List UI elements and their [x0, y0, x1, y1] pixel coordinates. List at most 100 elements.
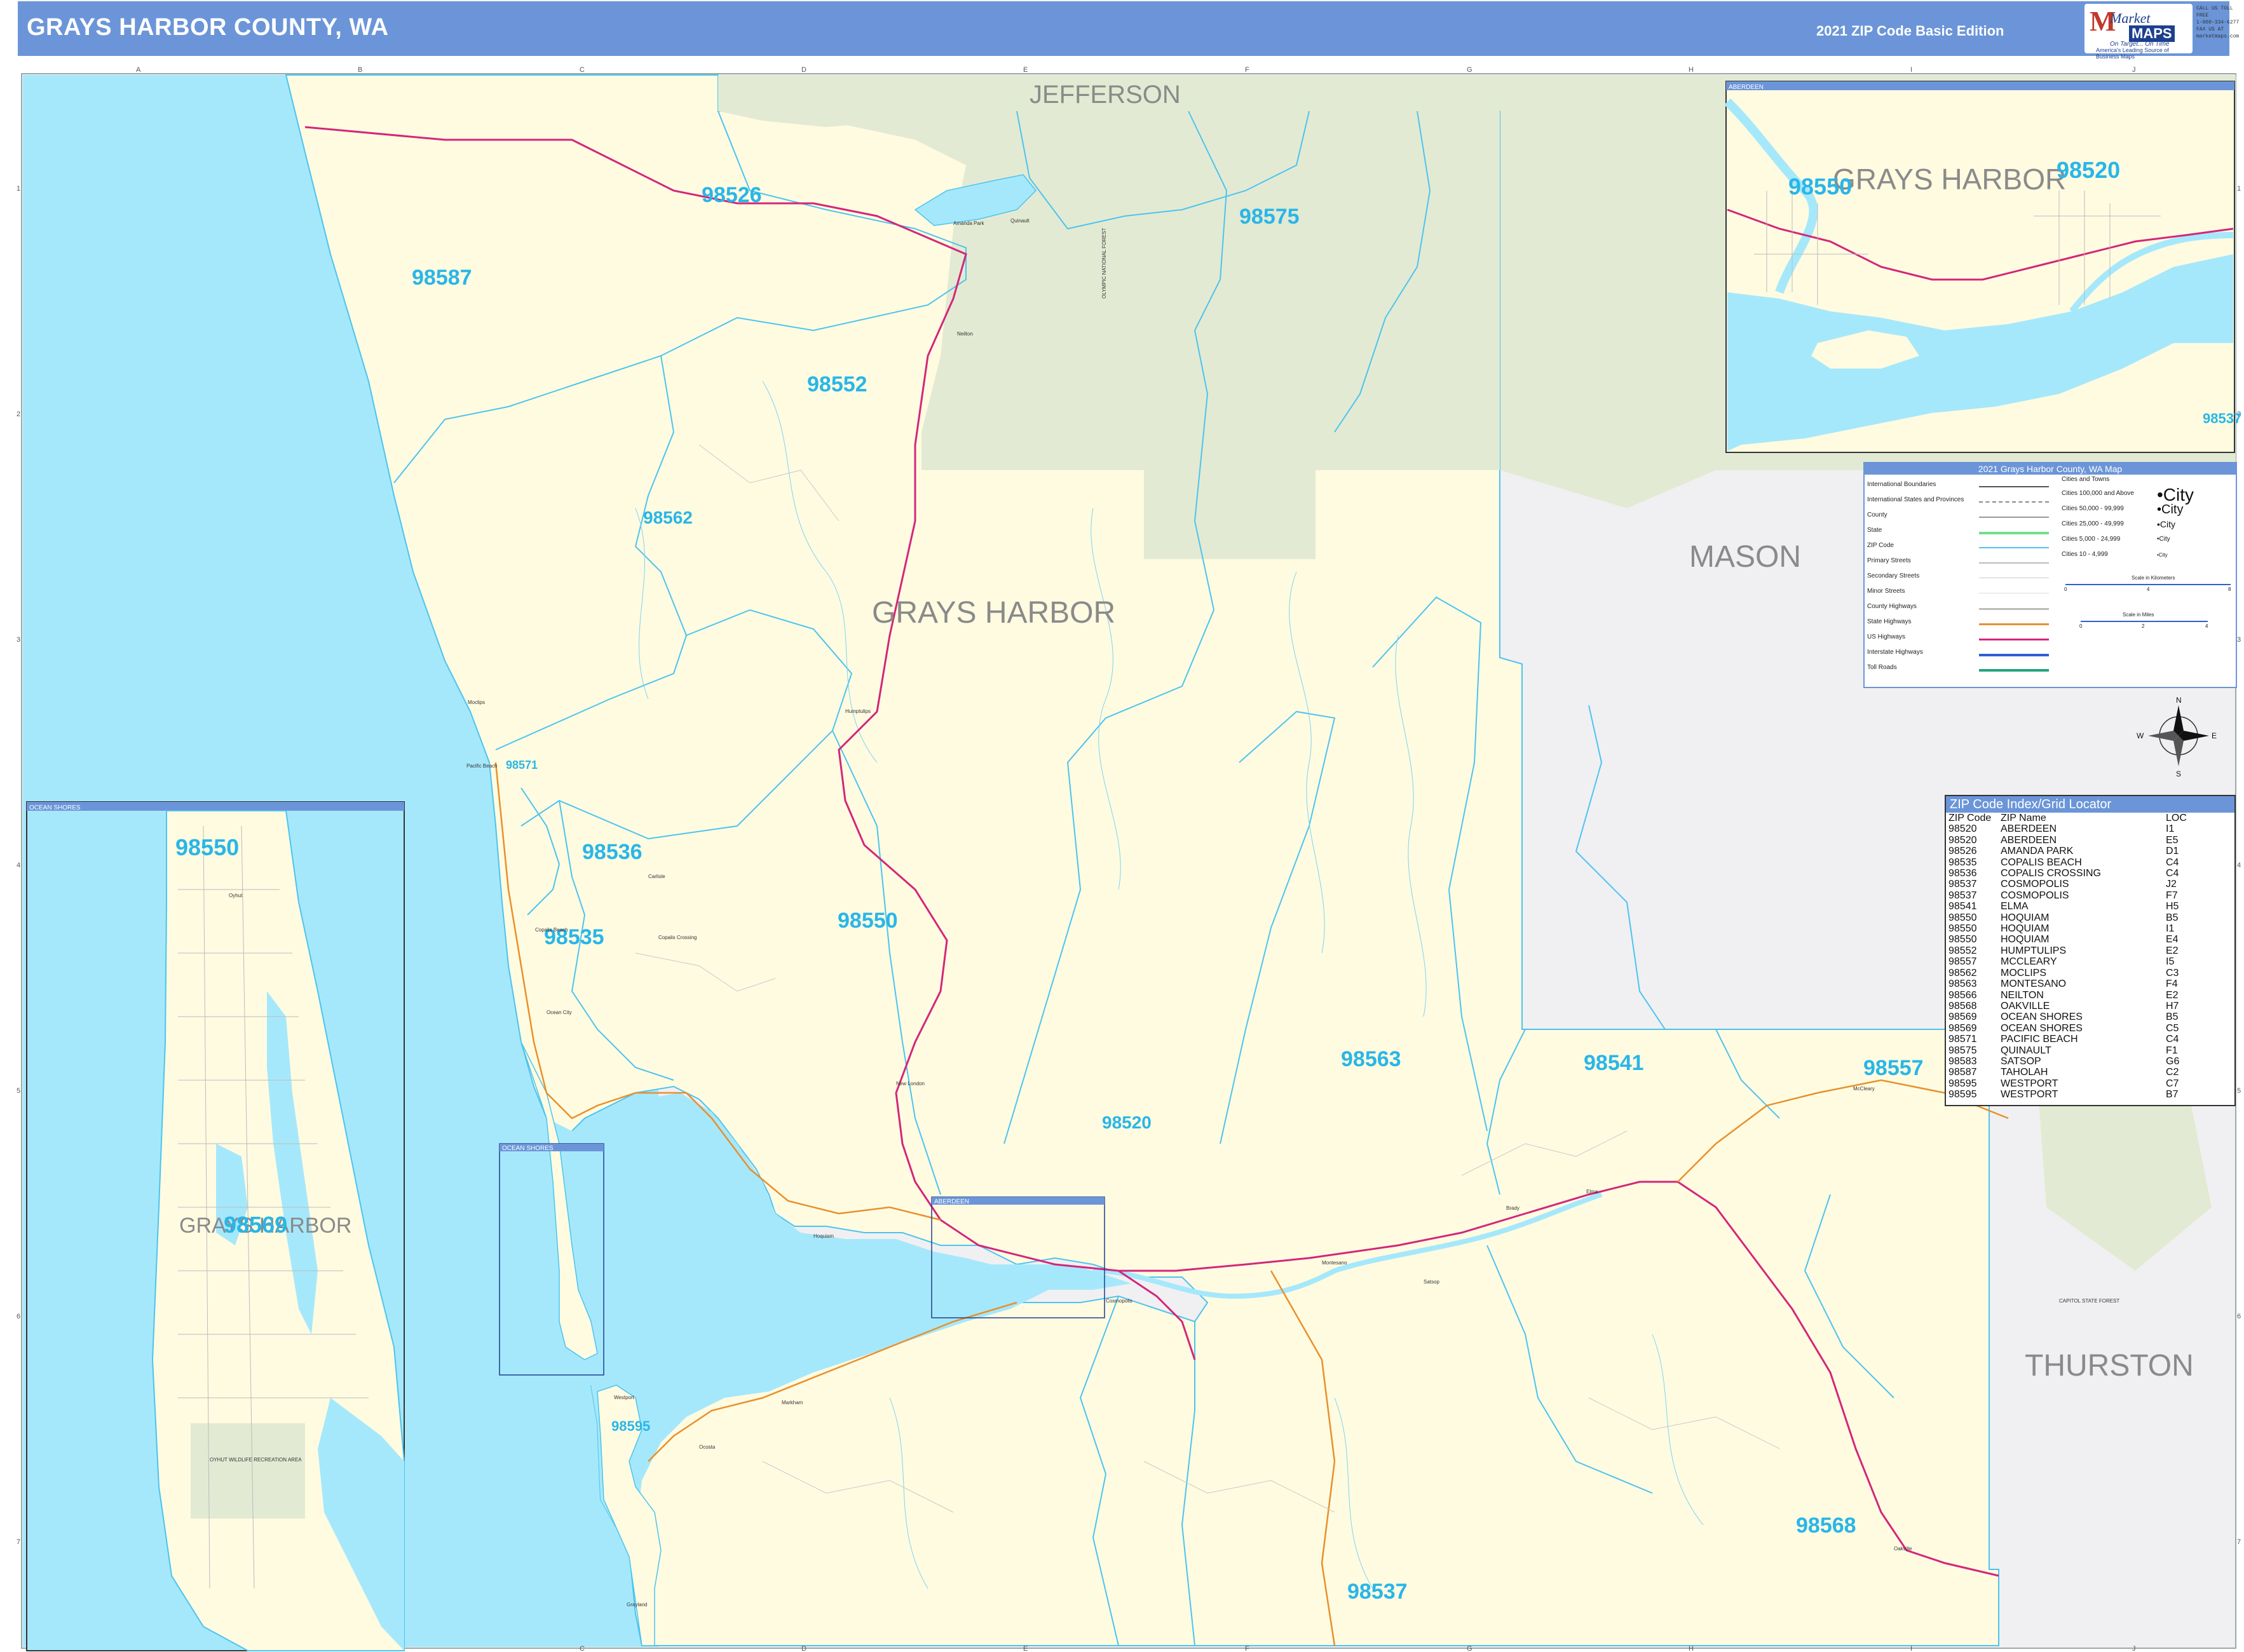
place-label: Copalis Crossing — [658, 935, 697, 940]
zip-index-loc: I5 — [2166, 956, 2175, 968]
legend-scale-km: Scale in Kilometers — [2132, 575, 2175, 581]
map-legend: 2021 Grays Harbor County, WA Map Interna… — [1863, 462, 2237, 688]
zip-index-code: 98550 — [1948, 934, 1977, 945]
zip-index-name: ABERDEEN — [2001, 834, 2057, 846]
zip-index-row: 98557 MCCLEARY I5 — [1947, 956, 2187, 967]
zip-index-loc: B5 — [2166, 1012, 2179, 1023]
zip-index-row: 98583 SATSOP G6 — [1947, 1056, 2187, 1067]
svg-text:I: I — [1910, 1645, 1912, 1652]
svg-text:3: 3 — [17, 636, 20, 644]
zip-index-row: 98537 COSMOPOLIS J2 — [1947, 879, 2187, 890]
svg-text:6: 6 — [17, 1313, 20, 1320]
ocean-shores-inset-title: OCEAN SHORES — [29, 804, 81, 811]
zip-index-header: ZIP Name — [2001, 813, 2046, 823]
svg-text:H: H — [1689, 1645, 1694, 1652]
legend-title: 2021 Grays Harbor County, WA Map — [1865, 463, 2236, 475]
place-label: Ocosta — [699, 1444, 716, 1450]
zip-label: 98541 — [1584, 1051, 1644, 1075]
aberdeen-locator-label: ABERDEEN — [934, 1198, 969, 1205]
zip-index-row: 98541 ELMA H5 — [1947, 901, 2187, 912]
legend-item: ZIP Code — [1867, 542, 1894, 549]
zip-index-row: 98575 QUINAULT F1 — [1947, 1045, 2187, 1056]
svg-text:G: G — [1467, 66, 1472, 74]
svg-text:4: 4 — [17, 862, 20, 869]
place-label: Moclips — [468, 700, 485, 705]
svg-text:6: 6 — [2237, 1313, 2241, 1320]
legend-item: International Boundaries — [1867, 481, 1936, 488]
zip-index-row: 98562 MOCLIPS C3 — [1947, 968, 2187, 978]
place-label: Quinault — [1010, 218, 1030, 224]
compass-w: W — [2137, 731, 2144, 740]
zip-index-code: 98583 — [1948, 1055, 1977, 1067]
zip-index-loc: H7 — [2166, 1000, 2179, 1012]
legend-scale-km-bar — [2065, 584, 2231, 585]
zip-index-loc: C4 — [2166, 856, 2179, 868]
place-label: CAPITOL STATE FOREST — [2059, 1298, 2119, 1304]
legend-city-sample: •City — [2157, 503, 2184, 517]
aberdeen-inset[interactable]: ABERDEEN GRAYS HARBOR 98550 98520 98537 — [1724, 81, 2241, 453]
zip-index-code: 98520 — [1948, 823, 1977, 835]
svg-text:J: J — [2132, 1645, 2136, 1652]
zip-index-code: 98557 — [1948, 956, 1977, 968]
zip-index-code: 98563 — [1948, 978, 1977, 990]
zip-index-name: PACIFIC BEACH — [2001, 1034, 2078, 1045]
place-label: Pacific Beach — [466, 763, 497, 769]
legend-scale-mi-bar — [2081, 621, 2208, 622]
compass-s: S — [2176, 769, 2181, 778]
zip-index-header: ZIP Code — [1948, 813, 1992, 823]
place-label: Markham — [782, 1400, 803, 1405]
zip-index-name: HOQUIAM — [2001, 934, 2050, 945]
zip-index-name: OAKVILLE — [2001, 1000, 2050, 1012]
legend-city-class: Cities 100,000 and Above — [2062, 490, 2134, 497]
zip-index-name: OCEAN SHORES — [2001, 1022, 2083, 1034]
place-label: Satsop — [1424, 1279, 1439, 1285]
zip-index-loc: H5 — [2166, 901, 2179, 912]
place-label: Oyhut — [229, 893, 243, 898]
legend-swatch — [1979, 562, 2049, 564]
zip-index-code: 98537 — [1948, 890, 1977, 901]
zip-label: 98550 — [838, 909, 898, 933]
zip-index-row: 98569 OCEAN SHORES C5 — [1947, 1023, 2187, 1034]
zip-index-row: 98587 TAHOLAH C2 — [1947, 1067, 2187, 1078]
zip-label: 98575 — [1239, 205, 1300, 229]
zip-index-loc: C4 — [2166, 1034, 2179, 1045]
place-label: Ocean City — [547, 1010, 572, 1015]
compass-e: E — [2212, 731, 2217, 740]
legend-swatch — [1979, 501, 2049, 503]
zip-index-row: 98526 AMANDA PARK D1 — [1947, 846, 2187, 856]
zip-label: 98562 — [643, 508, 693, 527]
legend-item: State Highways — [1867, 618, 1912, 625]
place-label: Oakville — [1894, 1546, 1912, 1552]
zip-label: 98568 — [1796, 1513, 1856, 1538]
zip-index-row: 98535 COPALIS BEACH C4 — [1947, 857, 2187, 868]
zip-index-code: 98595 — [1948, 1078, 1977, 1089]
zip-index-table: ZIP Code Index/Grid Locator ZIP Code ZIP… — [1945, 795, 2236, 1106]
svg-text:E: E — [1023, 1645, 1028, 1652]
legend-swatch — [1979, 517, 2049, 518]
svg-text:H: H — [1689, 66, 1694, 74]
zip-index-code: 98571 — [1948, 1034, 1977, 1045]
zip-index-loc: G6 — [2166, 1055, 2180, 1067]
svg-text:4: 4 — [2237, 862, 2241, 869]
ocean-shores-inset[interactable]: OCEAN SHORES 98550 GRAYS HARBOR 98569 Oy… — [26, 801, 405, 1651]
aberdeen-inset-county: GRAYS HARBOR — [1833, 163, 2066, 196]
zip-index-row: 98568 OAKVILLE H7 — [1947, 1001, 2187, 1012]
zip-index-code: 98552 — [1948, 945, 1977, 956]
zip-label: 98552 — [807, 372, 867, 396]
svg-text:D: D — [801, 66, 806, 74]
place-label: OYHUT WILDLIFE RECREATION AREA — [210, 1457, 302, 1463]
legend-item: International States and Provinces — [1867, 496, 1964, 503]
aberdeen-inset-title: ABERDEEN — [1729, 84, 1764, 91]
zip-label: 98571 — [506, 759, 538, 771]
zip-index-name: TAHOLAH — [2001, 1067, 2048, 1078]
zip-index-loc: B7 — [2166, 1089, 2179, 1100]
zip-index-name: COPALIS BEACH — [2001, 856, 2082, 868]
zip-index-name: SATSOP — [2001, 1055, 2041, 1067]
place-label: Grayland — [627, 1602, 647, 1608]
zip-index-loc: J2 — [2166, 879, 2177, 890]
legend-swatch — [1979, 623, 2049, 625]
zip-index-code: 98541 — [1948, 901, 1977, 912]
place-label: Hoquiam — [813, 1233, 834, 1239]
county-map[interactable]: A B C D E F G H I J A B C D E F G H I J … — [0, 0, 2244, 1652]
compass-n: N — [2176, 696, 2182, 705]
